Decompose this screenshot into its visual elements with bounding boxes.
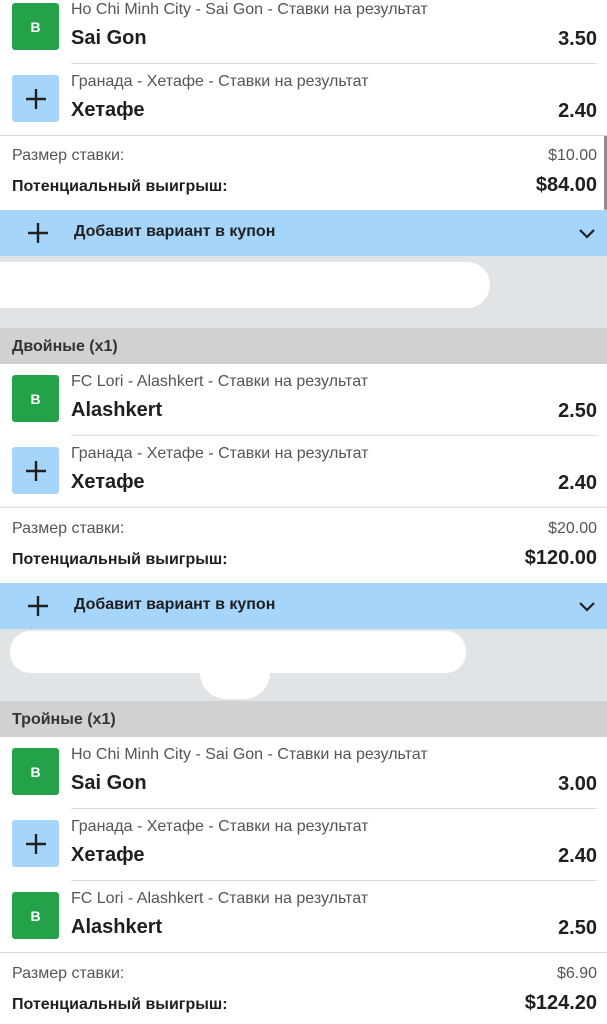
stake-label: Размер ставки: bbox=[12, 520, 125, 537]
potential-win-amount: $120.00 bbox=[524, 547, 597, 569]
stake-amount[interactable]: $6.90 bbox=[557, 965, 597, 983]
selected-badge: B bbox=[12, 3, 59, 50]
bet-selection[interactable]: Гранада - Хетафе - Ставки на результат Х… bbox=[0, 436, 607, 508]
divider bbox=[0, 135, 607, 136]
plus-icon bbox=[25, 88, 46, 109]
potential-win-label: Потенциальный выигрыш: bbox=[12, 551, 228, 568]
bet-outcome: Хетафе bbox=[71, 844, 145, 866]
stake-row: Размер ставки: $20.00 bbox=[0, 516, 607, 546]
add-to-coupon-bar[interactable]: Добавит вариант в купон bbox=[0, 210, 607, 256]
bet-outcome: Sai Gon bbox=[71, 27, 147, 49]
divider bbox=[0, 952, 607, 953]
bet-event-name: Гранада - Хетафе - Ставки на результат bbox=[71, 73, 369, 90]
selected-badge: B bbox=[12, 892, 59, 939]
bet-selection[interactable]: Гранада - Хетафе - Ставки на результат Х… bbox=[0, 809, 607, 881]
add-to-coupon-label: Добавит вариант в купон bbox=[74, 596, 276, 613]
bet-event-name: Ho Chi Minh City - Sai Gon - Ставки на р… bbox=[71, 1, 428, 18]
plus-icon bbox=[28, 596, 48, 616]
bet-odds: 3.00 bbox=[558, 773, 597, 795]
plus-icon bbox=[25, 833, 46, 854]
potential-win-row: Потенциальный выигрыш: $120.00 bbox=[0, 547, 607, 577]
bet-outcome: Хетафе bbox=[71, 99, 145, 121]
plus-icon bbox=[28, 223, 48, 243]
redaction-mark bbox=[0, 262, 490, 308]
bet-odds: 2.40 bbox=[558, 472, 597, 494]
potential-win-label: Потенциальный выигрыш: bbox=[12, 996, 228, 1013]
chevron-down-icon[interactable] bbox=[577, 596, 597, 616]
potential-win-row: Потенциальный выигрыш: $124.20 bbox=[0, 992, 607, 1022]
bet-event-name: FC Lori - Alashkert - Ставки на результа… bbox=[71, 890, 369, 907]
bet-event-name: FC Lori - Alashkert - Ставки на результа… bbox=[71, 373, 369, 390]
redacted-area bbox=[0, 256, 607, 328]
bet-selection[interactable]: Гранада - Хетафе - Ставки на результат Х… bbox=[0, 64, 607, 136]
stake-row: Размер ставки: $10.00 bbox=[0, 143, 607, 173]
selected-badge: B bbox=[12, 748, 59, 795]
potential-win-label: Потенциальный выигрыш: bbox=[12, 178, 228, 195]
stake-label: Размер ставки: bbox=[12, 965, 125, 982]
add-selection-button[interactable] bbox=[12, 820, 59, 867]
bet-selection[interactable]: B FC Lori - Alashkert - Ставки на резуль… bbox=[0, 881, 607, 953]
bet-event-name: Гранада - Хетафе - Ставки на результат bbox=[71, 818, 369, 835]
stake-amount[interactable]: $20.00 bbox=[548, 520, 597, 538]
stake-row: Размер ставки: $6.90 bbox=[0, 961, 607, 991]
section-title: Тройные (x1) bbox=[12, 711, 116, 728]
potential-win-amount: $84.00 bbox=[535, 174, 597, 196]
bet-outcome: Alashkert bbox=[71, 916, 163, 938]
bet-outcome: Хетафе bbox=[71, 471, 145, 493]
bet-event-name: Ho Chi Minh City - Sai Gon - Ставки на р… bbox=[71, 746, 428, 763]
plus-icon bbox=[25, 460, 46, 481]
bet-selection[interactable]: B FC Lori - Alashkert - Ставки на резуль… bbox=[0, 364, 607, 436]
selected-badge: B bbox=[12, 375, 59, 422]
add-selection-button[interactable] bbox=[12, 75, 59, 122]
bet-odds: 2.40 bbox=[558, 100, 597, 122]
redacted-area bbox=[0, 629, 607, 701]
section-header-triples: Тройные (x1) bbox=[0, 701, 607, 737]
section-header-doubles: Двойные (x1) bbox=[0, 328, 607, 364]
bet-selection[interactable]: B Ho Chi Minh City - Sai Gon - Ставки на… bbox=[0, 0, 607, 64]
stake-label: Размер ставки: bbox=[12, 147, 125, 164]
potential-win-row: Потенциальный выигрыш: $84.00 bbox=[0, 174, 607, 204]
bet-event-name: Гранада - Хетафе - Ставки на результат bbox=[71, 445, 369, 462]
bet-odds: 3.50 bbox=[558, 28, 597, 50]
redaction-mark bbox=[200, 665, 270, 699]
chevron-down-icon[interactable] bbox=[577, 223, 597, 243]
add-to-coupon-label: Добавит вариант в купон bbox=[74, 223, 276, 240]
bet-odds: 2.40 bbox=[558, 845, 597, 867]
add-to-coupon-bar[interactable]: Добавит вариант в купон bbox=[0, 583, 607, 629]
stake-amount[interactable]: $10.00 bbox=[548, 147, 597, 165]
add-selection-button[interactable] bbox=[12, 447, 59, 494]
divider bbox=[0, 507, 607, 508]
bet-odds: 2.50 bbox=[558, 400, 597, 422]
bet-outcome: Alashkert bbox=[71, 399, 163, 421]
bet-odds: 2.50 bbox=[558, 917, 597, 939]
bet-outcome: Sai Gon bbox=[71, 772, 147, 794]
potential-win-amount: $124.20 bbox=[524, 992, 597, 1014]
bet-selection[interactable]: B Ho Chi Minh City - Sai Gon - Ставки на… bbox=[0, 737, 607, 809]
section-title: Двойные (x1) bbox=[12, 338, 118, 355]
